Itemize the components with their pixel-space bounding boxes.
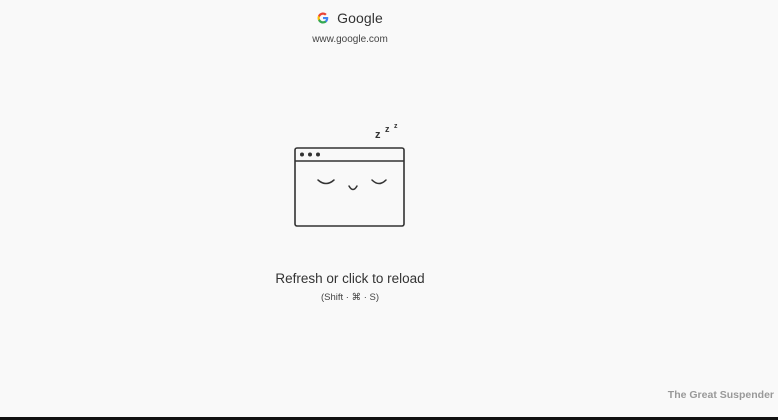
site-title-row: Google	[0, 8, 700, 28]
closed-eye-left	[317, 179, 335, 185]
sleeping-browser-window-icon: z z z	[294, 123, 405, 227]
extension-brand: The Great Suspender	[667, 389, 774, 401]
snore-z-large: z	[375, 129, 381, 141]
suspended-tab-page[interactable]: Google www.google.com z z z Refresh or c…	[0, 0, 778, 420]
reload-message[interactable]: Refresh or click to reload (Shift · ⌘ · …	[0, 271, 700, 303]
site-title: Google	[337, 10, 383, 26]
snore-z-small: z	[394, 123, 398, 130]
smile-mouth	[348, 185, 358, 191]
window-dot-1	[300, 152, 304, 157]
snore-z-medium: z	[385, 124, 390, 134]
google-g-icon	[317, 12, 329, 24]
closed-eye-right	[371, 179, 387, 185]
window-dot-3	[316, 152, 320, 157]
site-url: www.google.com	[312, 34, 388, 45]
keyboard-shortcut-hint: (Shift · ⌘ · S)	[320, 292, 380, 303]
reload-instruction[interactable]: Refresh or click to reload	[0, 271, 700, 286]
window-dot-2	[308, 152, 312, 157]
site-header: Google www.google.com	[0, 8, 700, 45]
